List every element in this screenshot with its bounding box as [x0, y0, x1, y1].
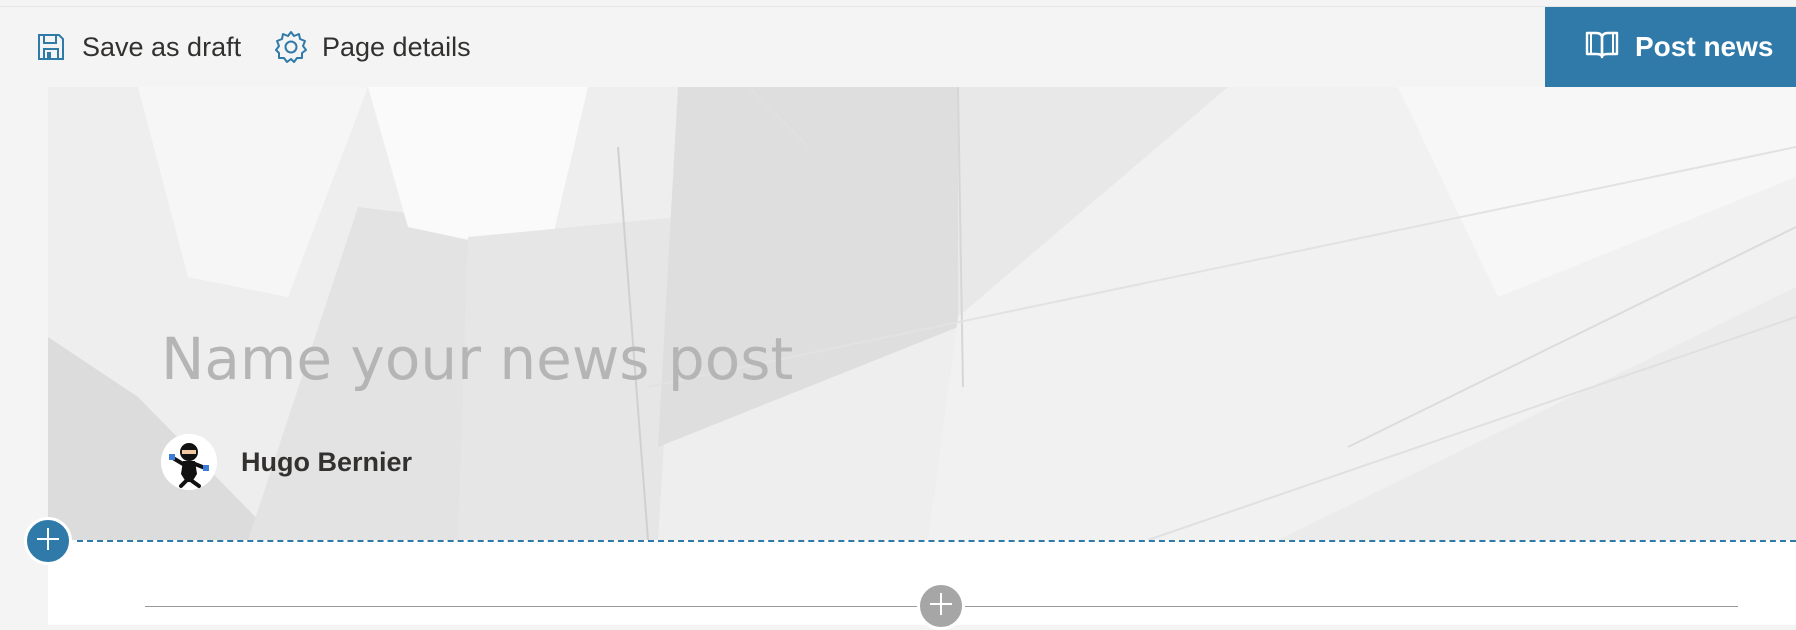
save-as-draft-label: Save as draft — [82, 31, 242, 62]
news-title-input[interactable] — [161, 317, 1161, 401]
page-canvas: Hugo Bernier — [48, 87, 1796, 625]
add-section-button[interactable] — [24, 517, 72, 565]
gear-icon — [274, 30, 308, 64]
save-icon — [34, 30, 68, 64]
author-name[interactable]: Hugo Bernier — [241, 447, 412, 478]
post-news-label: Post news — [1635, 31, 1774, 62]
command-bar: Save as draft Page details — [0, 7, 1796, 87]
book-icon — [1585, 29, 1619, 66]
plus-icon — [35, 526, 61, 557]
save-as-draft-button[interactable]: Save as draft — [34, 27, 241, 67]
author-byline: Hugo Bernier — [161, 434, 412, 490]
post-news-button[interactable]: Post news — [1545, 7, 1796, 87]
avatar[interactable] — [161, 434, 217, 490]
section-divider-dashed — [77, 540, 1796, 542]
page-details-button[interactable]: Page details — [274, 27, 471, 67]
plus-icon — [928, 591, 954, 622]
title-area-background: Hugo Bernier — [48, 87, 1796, 540]
page-details-label: Page details — [322, 31, 471, 62]
add-webpart-button[interactable] — [917, 582, 965, 630]
